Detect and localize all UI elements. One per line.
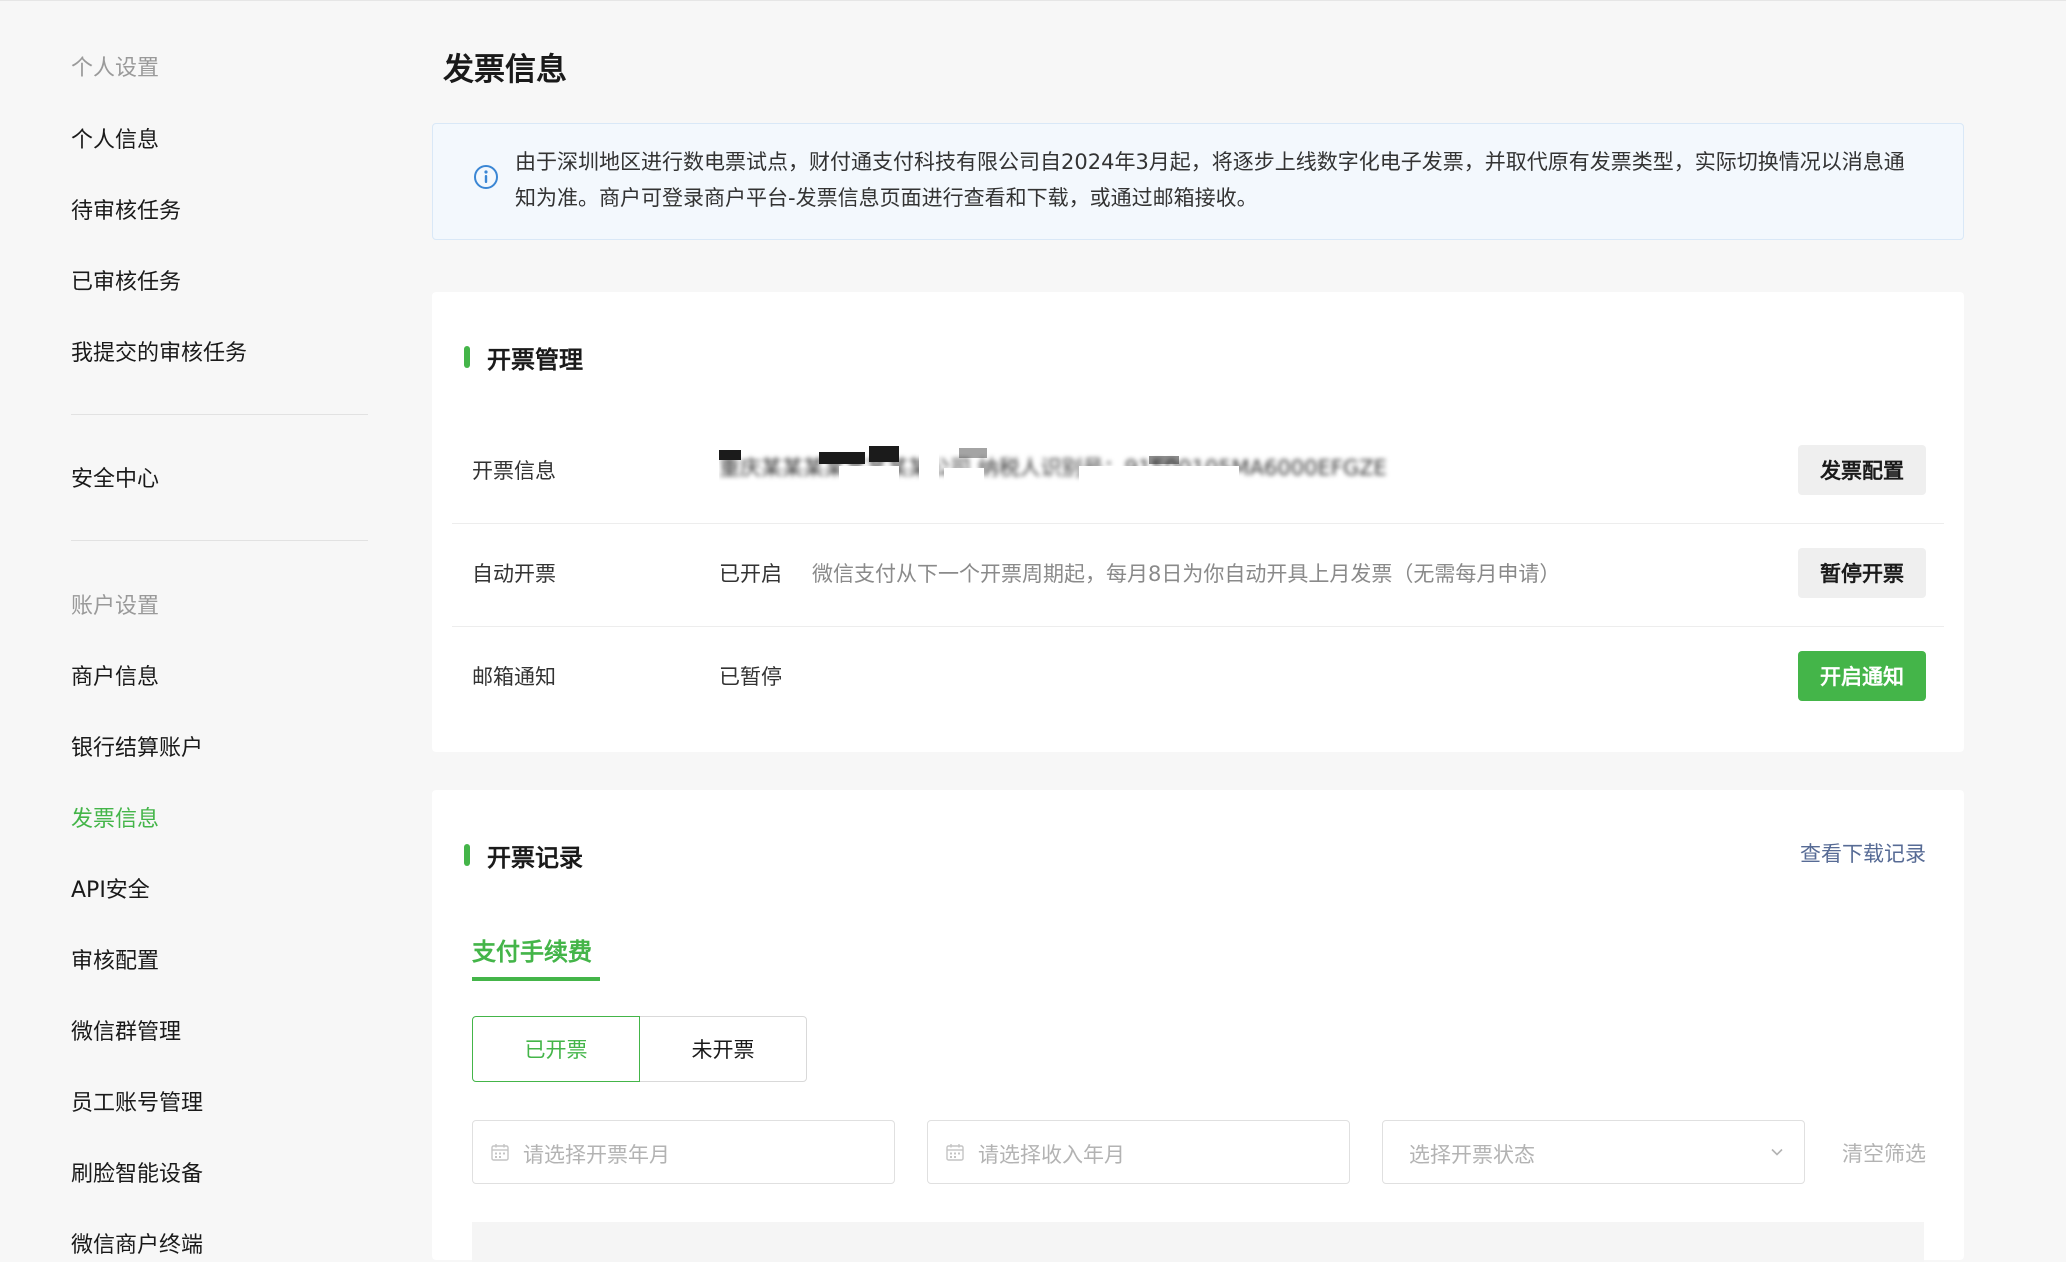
sidebar-item-invoice[interactable]: 发票信息 xyxy=(71,801,159,833)
view-download-records-link[interactable]: 查看下载记录 xyxy=(1800,838,1926,868)
sidebar-item-security[interactable]: 安全中心 xyxy=(71,461,159,493)
notice-text: 由于深圳地区进行数电票试点，财付通支付科技有限公司自2024年3月起，将逐步上线… xyxy=(515,150,1905,210)
invoice-status-placeholder: 选择开票状态 xyxy=(1409,1143,1535,1167)
auto-invoice-status: 已开启 xyxy=(719,562,782,586)
sidebar-item-review-config[interactable]: 审核配置 xyxy=(71,943,159,975)
sidebar-item-merchant-info[interactable]: 商户信息 xyxy=(71,659,159,691)
segment-invoiced[interactable]: 已开票 xyxy=(472,1016,640,1082)
calendar-icon xyxy=(946,1144,964,1161)
row-divider xyxy=(452,626,1944,627)
sidebar-item-my-submitted[interactable]: 我提交的审核任务 xyxy=(71,335,247,367)
invoice-month-picker[interactable]: 请选择开票年月 xyxy=(472,1120,895,1184)
sidebar-item-merchant-terminal[interactable]: 微信商户终端 xyxy=(71,1227,203,1259)
invoice-management-card: 开票管理 开票信息 重庆某某某某某某某某公司 纳税人识别号：91500105MA… xyxy=(432,292,1964,752)
chevron-down-icon xyxy=(1771,1148,1783,1156)
row-divider xyxy=(452,523,1944,524)
section-title-invoice-records: 开票记录 xyxy=(487,844,583,872)
auto-invoice-desc: 微信支付从下一个开票周期起，每月8日为你自动开具上月发票（无需每月申请） xyxy=(812,562,1561,586)
sidebar-item-wechat-group[interactable]: 微信群管理 xyxy=(71,1014,181,1046)
section-accent-bar xyxy=(464,844,470,866)
sidebar-item-reviewed[interactable]: 已审核任务 xyxy=(71,264,181,296)
info-icon xyxy=(474,165,498,189)
records-table-header xyxy=(472,1222,1924,1262)
email-notify-status: 已暂停 xyxy=(719,665,782,689)
clear-filters-button[interactable]: 清空筛选 xyxy=(1842,1138,1926,1168)
sidebar-item-pending-review[interactable]: 待审核任务 xyxy=(71,193,181,225)
invoice-month-placeholder: 请选择开票年月 xyxy=(523,1143,670,1167)
income-month-placeholder: 请选择收入年月 xyxy=(978,1143,1125,1167)
nav-group-personal: 个人设置 xyxy=(71,56,160,81)
pause-invoice-button[interactable]: 暂停开票 xyxy=(1798,548,1926,598)
sidebar-divider xyxy=(71,414,368,415)
sidebar-item-api-security[interactable]: API安全 xyxy=(71,872,150,904)
row-label-auto-invoice: 自动开票 xyxy=(472,562,556,586)
sidebar-item-staff-accounts[interactable]: 员工账号管理 xyxy=(71,1085,203,1117)
sidebar-divider xyxy=(71,540,368,541)
calendar-icon xyxy=(491,1144,509,1161)
tab-active-underline xyxy=(472,977,600,981)
row-label-email-notify: 邮箱通知 xyxy=(472,665,556,689)
row-label-invoice-info: 开票信息 xyxy=(472,459,556,483)
section-accent-bar xyxy=(464,346,470,368)
invoice-info-value-redacted: 重庆某某某某某某某某公司 纳税人识别号：91500105MA6000EFGZE xyxy=(719,444,1419,488)
segment-not-invoiced[interactable]: 未开票 xyxy=(639,1016,807,1082)
tab-payment-fee[interactable]: 支付手续费 xyxy=(472,932,592,967)
invoice-records-card: 开票记录 查看下载记录 支付手续费 已开票 未开票 请选择开票年月 请选择收入年… xyxy=(432,790,1964,1262)
page-title: 发票信息 xyxy=(443,52,567,88)
invoice-status-select[interactable]: 选择开票状态 xyxy=(1382,1120,1805,1184)
nav-group-account: 账户设置 xyxy=(71,594,160,619)
sidebar-item-profile[interactable]: 个人信息 xyxy=(71,122,159,154)
notice-banner: 由于深圳地区进行数电票试点，财付通支付科技有限公司自2024年3月起，将逐步上线… xyxy=(432,123,1964,240)
sidebar-item-face-device[interactable]: 刷脸智能设备 xyxy=(71,1156,203,1188)
enable-notify-button[interactable]: 开启通知 xyxy=(1798,651,1926,701)
section-title-invoice-management: 开票管理 xyxy=(487,346,583,374)
sidebar-item-bank-account[interactable]: 银行结算账户 xyxy=(71,730,203,762)
invoice-config-button[interactable]: 发票配置 xyxy=(1798,445,1926,495)
sidebar: 个人设置 个人信息 待审核任务 已审核任务 我提交的审核任务 安全中心 账户设置… xyxy=(0,0,400,1258)
income-month-picker[interactable]: 请选择收入年月 xyxy=(927,1120,1350,1184)
